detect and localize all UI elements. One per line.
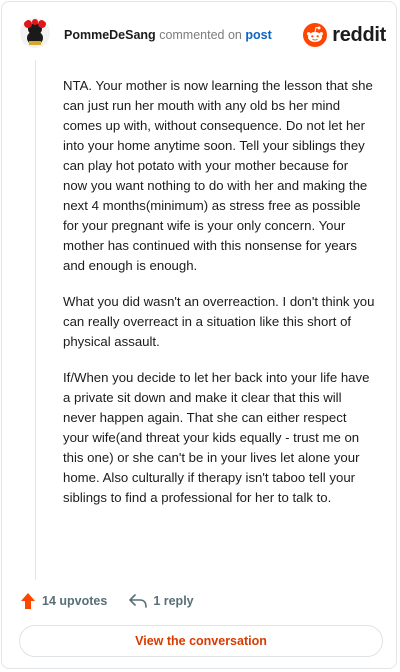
reply-count: 1 reply	[153, 594, 194, 608]
reply-arrow-icon	[129, 594, 148, 608]
comment-meta: PommeDeSang commented on post	[64, 28, 272, 42]
reddit-wordmark: reddit	[332, 23, 386, 46]
comment-paragraph-1: NTA. Your mother is now learning the les…	[63, 78, 373, 273]
upvote-arrow-icon	[21, 593, 35, 609]
action-text: commented on	[159, 28, 242, 42]
avatar[interactable]	[20, 18, 50, 48]
comment-card: PommeDeSang commented on post reddit NTA…	[1, 1, 397, 669]
comment-body: NTA. Your mother is now learning the les…	[63, 76, 375, 524]
comment-paragraph-2: What you did wasn't an overreaction. I d…	[63, 294, 375, 349]
thread-line	[35, 60, 36, 580]
snoo-avatar-icon	[20, 18, 50, 48]
reply-button[interactable]: 1 reply	[129, 594, 194, 608]
reddit-brand[interactable]: reddit	[303, 22, 386, 48]
upvote-button[interactable]: 14 upvotes	[20, 592, 107, 610]
view-conversation-button[interactable]: View the conversation	[19, 625, 383, 657]
reddit-logo-icon	[303, 23, 328, 47]
comment-actions: 14 upvotes 1 reply	[20, 590, 194, 612]
post-link[interactable]: post	[245, 28, 271, 42]
comment-paragraph-3: If/When you decide to let her back into …	[63, 370, 370, 505]
username-link[interactable]: PommeDeSang	[64, 28, 156, 42]
comment-header: PommeDeSang commented on post reddit	[20, 18, 386, 54]
upvote-count: 14 upvotes	[42, 594, 108, 608]
